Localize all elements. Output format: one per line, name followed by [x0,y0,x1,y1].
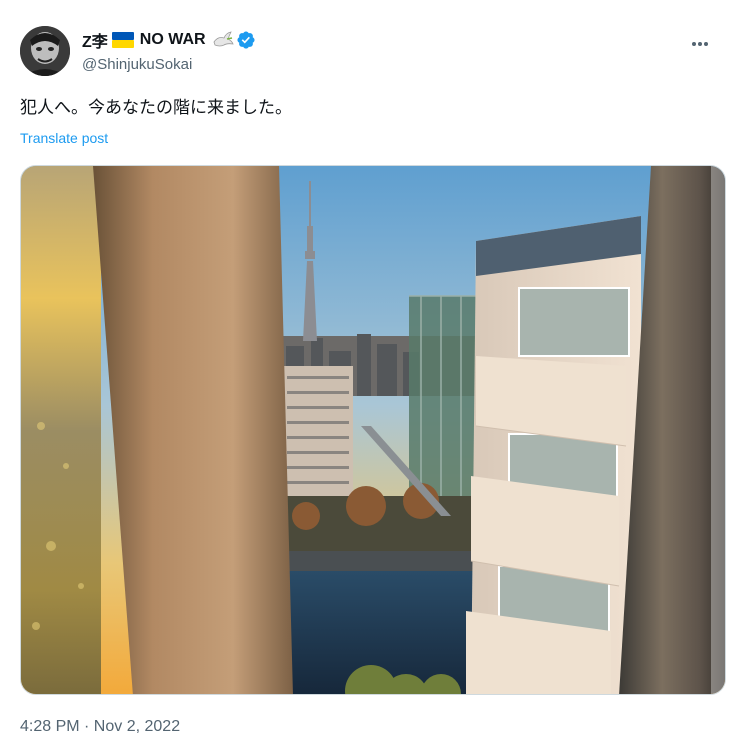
display-name-row[interactable]: Z李 NO WAR [82,28,256,52]
avatar-image [20,26,70,76]
apartment-building [466,216,641,694]
dove-icon [212,30,234,50]
post-timestamp[interactable]: 4:28 PM · Nov 2, 2022 [20,718,180,736]
more-horizontal-icon[interactable] [688,32,712,56]
verified-badge-icon[interactable] [236,30,256,50]
author-handle[interactable]: @ShinjukuSokai [82,56,256,73]
author-names: Z李 NO WAR @ShinjukuSokai [82,30,256,73]
post-photo[interactable] [20,165,726,695]
photo-window-view [21,166,725,694]
avatar[interactable] [20,26,70,76]
display-name-tagline[interactable]: NO WAR [140,31,206,49]
display-name[interactable]: Z李 [82,28,108,52]
post-header: Z李 NO WAR @ShinjukuSokai [20,26,712,78]
post-text: 犯人へ。今あなたの階に来ました。 [20,98,292,118]
ukraine-flag-icon [111,32,134,48]
translate-post-link[interactable]: Translate post [20,130,108,146]
